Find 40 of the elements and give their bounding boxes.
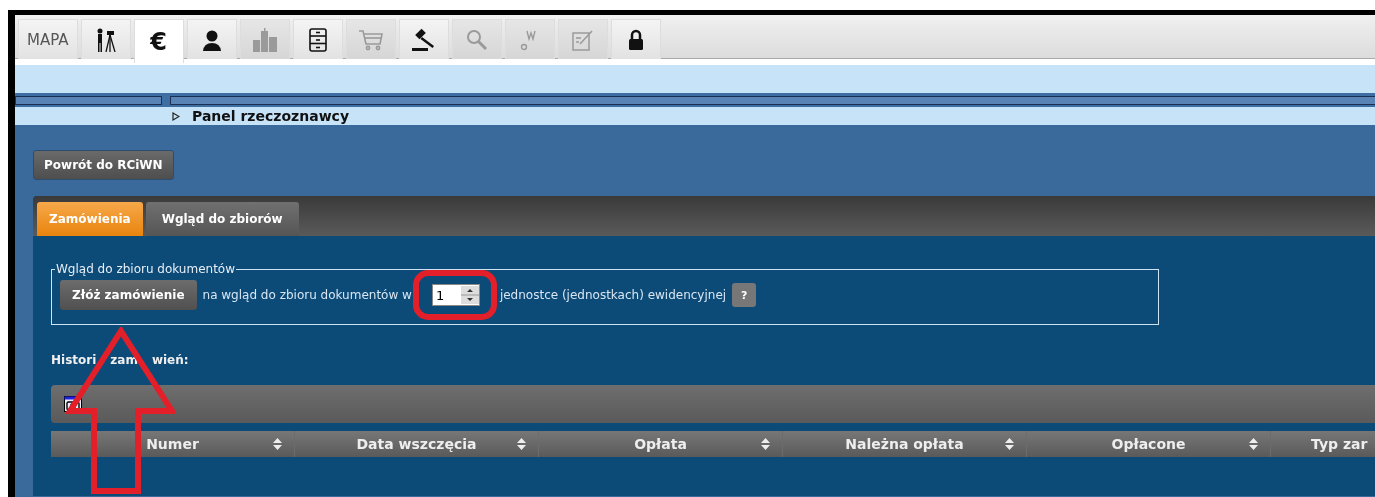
search-icon	[465, 28, 488, 51]
person-icon	[200, 28, 223, 51]
sort-icon[interactable]	[1249, 438, 1258, 450]
sort-icon[interactable]	[1005, 438, 1014, 450]
tab[interactable]: Wgląd do zbiorów	[145, 202, 299, 236]
quantity-spinner[interactable]: 1	[431, 284, 480, 306]
order-text: jednostce (jednostkach) ewidencyjnej	[499, 288, 727, 302]
column-header[interactable]: Opłata	[539, 431, 783, 457]
history-title: wień:	[151, 353, 189, 367]
form-icon	[571, 28, 594, 51]
group-legend: Wgląd do zbioru dokumentów	[55, 262, 236, 276]
history-title: zam	[110, 353, 138, 367]
expand-icon[interactable]	[172, 111, 180, 121]
order-button[interactable]: Złóż zamówienie	[60, 280, 197, 310]
toolbar-tab[interactable]	[398, 19, 449, 59]
cart-icon	[357, 28, 384, 51]
spin-arrows-icon[interactable]	[460, 286, 479, 304]
column-header[interactable]: Typ zar	[1271, 431, 1375, 457]
sort-icon[interactable]	[761, 438, 770, 450]
panel-title: Panel rzeczoznawcy	[192, 108, 349, 124]
back-button[interactable]: Powrót do RCiWN	[33, 150, 174, 180]
gavel-icon	[410, 27, 437, 52]
toolbar-tab[interactable]	[80, 19, 131, 59]
history-title: Histori	[51, 353, 97, 367]
toolbar-tab[interactable]: €	[133, 19, 184, 63]
toolbar-tab[interactable]	[292, 19, 343, 59]
sort-icon[interactable]	[517, 438, 526, 450]
toolbar-tab[interactable]: MAPA	[18, 19, 78, 59]
column-header[interactable]: Opłacone	[1027, 431, 1271, 457]
column-header[interactable]: Numer	[51, 431, 295, 457]
column-header[interactable]: Data wszczęcia	[295, 431, 539, 457]
help-button[interactable]: ?	[732, 283, 757, 307]
toolbar-tab[interactable]	[186, 19, 237, 59]
order-text: na wgląd do zbioru dokumentów w	[202, 288, 412, 302]
toolbar-tab[interactable]	[610, 19, 661, 59]
sort-icon[interactable]	[273, 438, 282, 450]
buildings-icon	[250, 27, 279, 52]
lock-icon	[627, 28, 644, 51]
column-header[interactable]: Należna opłata	[783, 431, 1027, 457]
cabinet-icon	[307, 27, 328, 52]
